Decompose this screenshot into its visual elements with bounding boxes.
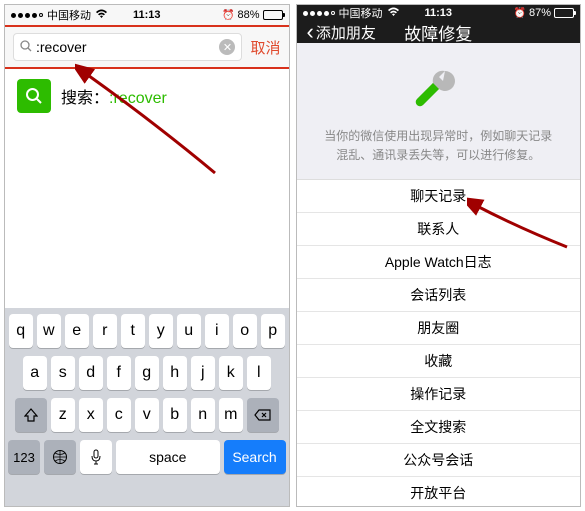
repair-item-applewatch[interactable]: Apple Watch日志 bbox=[297, 246, 581, 279]
repair-item-official[interactable]: 公众号会话 bbox=[297, 444, 581, 477]
key-d[interactable]: d bbox=[79, 356, 103, 390]
phone-search-screen: 中国移动 11:13 ⏰ 88% :recover ✕ 取消 搜索：:recov… bbox=[4, 4, 290, 507]
key-globe[interactable] bbox=[44, 440, 76, 474]
result-keyword: :recover bbox=[109, 90, 167, 107]
repair-header: 当你的微信使用出现异常时，例如聊天记录 混乱、通讯录丢失等，可以进行修复。 bbox=[297, 43, 581, 180]
key-backspace[interactable] bbox=[247, 398, 279, 432]
repair-item-fulltext[interactable]: 全文搜索 bbox=[297, 411, 581, 444]
key-x[interactable]: x bbox=[79, 398, 103, 432]
result-prefix: 搜索： bbox=[61, 90, 109, 107]
key-q[interactable]: q bbox=[9, 314, 33, 348]
repair-item-moments[interactable]: 朋友圈 bbox=[297, 312, 581, 345]
carrier-label: 中国移动 bbox=[47, 7, 91, 23]
repair-item-chat-logs[interactable]: 聊天记录 bbox=[297, 180, 581, 213]
repair-item-sessions[interactable]: 会话列表 bbox=[297, 279, 581, 312]
nav-bar: ‹ 添加朋友 故障修复 bbox=[297, 21, 581, 43]
wrench-icon bbox=[411, 63, 465, 117]
key-u[interactable]: u bbox=[177, 314, 201, 348]
key-123[interactable]: 123 bbox=[8, 440, 40, 474]
tagline-line2: 混乱、通讯录丢失等，可以进行修复。 bbox=[321, 146, 557, 165]
alarm-icon: ⏰ bbox=[222, 10, 234, 21]
key-f[interactable]: f bbox=[107, 356, 131, 390]
repair-item-openplatform[interactable]: 开放平台 bbox=[297, 477, 581, 507]
key-s[interactable]: s bbox=[51, 356, 75, 390]
key-search[interactable]: Search bbox=[224, 440, 286, 474]
alarm-icon: ⏰ bbox=[514, 8, 526, 19]
status-bar: 中国移动 11:13 ⏰ 88% bbox=[5, 5, 289, 25]
key-t[interactable]: t bbox=[121, 314, 145, 348]
battery-icon bbox=[263, 10, 283, 20]
tagline-line1: 当你的微信使用出现异常时，例如聊天记录 bbox=[321, 127, 557, 146]
key-b[interactable]: b bbox=[163, 398, 187, 432]
key-z[interactable]: z bbox=[51, 398, 75, 432]
search-input[interactable]: :recover ✕ bbox=[13, 33, 242, 61]
key-a[interactable]: a bbox=[23, 356, 47, 390]
key-mic[interactable] bbox=[80, 440, 112, 474]
phone-repair-screen: 中国移动 11:13 ⏰ 87% ‹ 添加朋友 故障修复 当你的微信使用出现异常… bbox=[296, 4, 582, 507]
chevron-left-icon: ‹ bbox=[307, 21, 314, 43]
battery-pct: 88% bbox=[237, 9, 259, 21]
key-space[interactable]: space bbox=[116, 440, 220, 474]
key-j[interactable]: j bbox=[191, 356, 215, 390]
search-value: :recover bbox=[36, 39, 219, 55]
cancel-button[interactable]: 取消 bbox=[250, 37, 280, 58]
key-c[interactable]: c bbox=[107, 398, 131, 432]
key-row-4: 123 space Search bbox=[8, 440, 286, 474]
key-row-3: z x c v b n m bbox=[8, 398, 286, 432]
key-e[interactable]: e bbox=[65, 314, 89, 348]
repair-list: 聊天记录 联系人 Apple Watch日志 会话列表 朋友圈 收藏 操作记录 … bbox=[297, 180, 581, 507]
key-y[interactable]: y bbox=[149, 314, 173, 348]
key-w[interactable]: w bbox=[37, 314, 61, 348]
clear-icon[interactable]: ✕ bbox=[219, 39, 235, 55]
carrier-label: 中国移动 bbox=[339, 5, 383, 21]
key-l[interactable]: l bbox=[247, 356, 271, 390]
signal-dots bbox=[11, 13, 43, 18]
clock-label: 11:13 bbox=[424, 7, 452, 19]
wifi-icon bbox=[387, 7, 400, 20]
key-g[interactable]: g bbox=[135, 356, 159, 390]
key-o[interactable]: o bbox=[233, 314, 257, 348]
key-row-1: q w e r t y u i o p bbox=[8, 314, 286, 348]
repair-item-contacts[interactable]: 联系人 bbox=[297, 213, 581, 246]
key-v[interactable]: v bbox=[135, 398, 159, 432]
key-i[interactable]: i bbox=[205, 314, 229, 348]
key-n[interactable]: n bbox=[191, 398, 215, 432]
repair-item-operations[interactable]: 操作记录 bbox=[297, 378, 581, 411]
key-shift[interactable] bbox=[15, 398, 47, 432]
clock-label: 11:13 bbox=[133, 9, 161, 21]
search-result-row[interactable]: 搜索：:recover bbox=[5, 69, 289, 123]
search-icon bbox=[20, 40, 32, 55]
battery-pct: 87% bbox=[529, 7, 551, 19]
key-p[interactable]: p bbox=[261, 314, 285, 348]
signal-dots bbox=[303, 11, 335, 16]
wifi-icon bbox=[95, 9, 108, 22]
nav-title: 故障修复 bbox=[404, 20, 472, 45]
key-m[interactable]: m bbox=[219, 398, 243, 432]
empty-area bbox=[5, 123, 289, 308]
search-header: :recover ✕ 取消 bbox=[5, 25, 289, 69]
repair-tagline: 当你的微信使用出现异常时，例如聊天记录 混乱、通讯录丢失等，可以进行修复。 bbox=[321, 127, 557, 165]
key-r[interactable]: r bbox=[93, 314, 117, 348]
battery-icon bbox=[554, 8, 574, 18]
repair-item-favorites[interactable]: 收藏 bbox=[297, 345, 581, 378]
back-label: 添加朋友 bbox=[316, 22, 376, 43]
search-result-icon bbox=[17, 79, 51, 113]
key-h[interactable]: h bbox=[163, 356, 187, 390]
key-k[interactable]: k bbox=[219, 356, 243, 390]
result-label: 搜索：:recover bbox=[61, 84, 167, 108]
back-button[interactable]: ‹ 添加朋友 bbox=[307, 21, 376, 43]
key-row-2: a s d f g h j k l bbox=[8, 356, 286, 390]
keyboard: q w e r t y u i o p a s d f g h j k l z bbox=[5, 308, 289, 506]
